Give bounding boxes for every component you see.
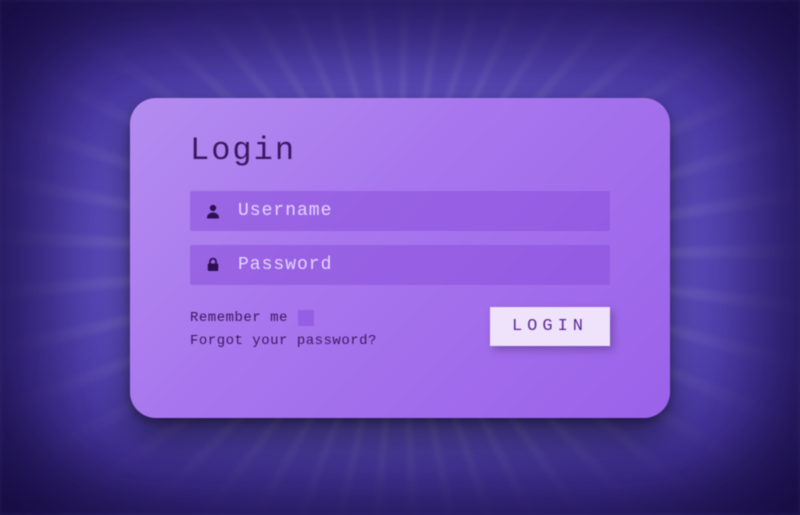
lock-icon <box>202 254 224 276</box>
remember-me-toggle[interactable]: Remember me <box>190 307 377 331</box>
username-field-wrap[interactable] <box>190 191 610 231</box>
remember-me-checkbox[interactable] <box>298 310 314 326</box>
forgot-password-link[interactable]: Forgot your password? <box>190 330 377 354</box>
login-button[interactable]: LOGIN <box>490 307 610 346</box>
password-input[interactable] <box>238 255 598 275</box>
username-input[interactable] <box>238 201 598 221</box>
login-title: Login <box>190 132 610 169</box>
password-field-wrap[interactable] <box>190 245 610 285</box>
remember-me-label: Remember me <box>190 307 288 331</box>
login-card: Login Remember me <box>130 98 670 418</box>
user-icon <box>202 200 224 222</box>
